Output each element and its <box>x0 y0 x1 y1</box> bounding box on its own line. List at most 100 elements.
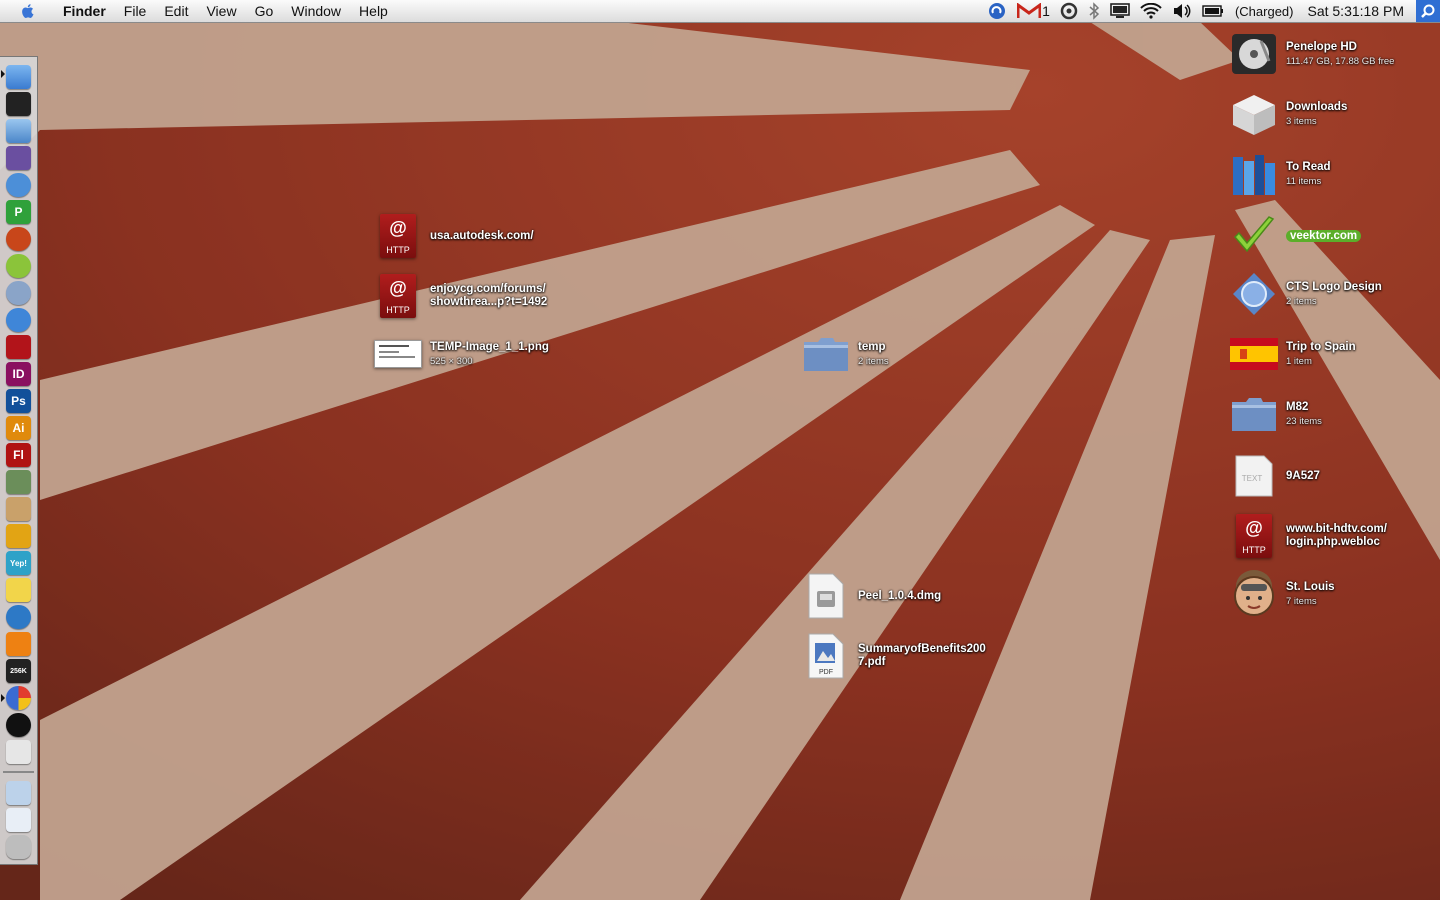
battery-icon[interactable] <box>1202 0 1224 22</box>
volume-icon[interactable] <box>1172 0 1192 22</box>
running-indicator <box>1 70 5 78</box>
desktop-item-label: Peel_1.0.4.dmg <box>858 589 942 602</box>
desktop-item-enjoycg-webloc[interactable]: @ HTTP enjoycg.com/forums/showthrea...p?t… <box>374 272 547 320</box>
dock-separator <box>3 771 34 773</box>
running-indicator <box>1 694 5 702</box>
disk-image-icon <box>802 572 850 620</box>
wifi-icon[interactable] <box>1140 0 1162 22</box>
desktop-item-summary-pdf[interactable]: PDF SummaryofBenefits200 7.pdf <box>802 632 986 680</box>
folder-icon <box>1230 390 1278 438</box>
desktop-item-temp-folder[interactable]: temp 2 items <box>802 330 889 378</box>
desktop-item-bit-hdtv-webloc[interactable]: @ HTTP www.bit-hdtv.com/login.php.webloc <box>1230 512 1387 560</box>
desktop-item-label: Penelope HD 111.47 GB, 17.88 GB free <box>1286 40 1395 67</box>
dock-stickies-icon[interactable] <box>6 578 31 602</box>
folder-icon <box>802 330 850 378</box>
webloc-icon: @ HTTP <box>374 212 422 260</box>
backup-icon[interactable] <box>987 0 1007 22</box>
dock-indesign-icon[interactable]: ID <box>6 362 31 386</box>
desktop-item-label: enjoycg.com/forums/showthrea...p?t=1492 <box>430 283 548 308</box>
dock-ball-icon[interactable] <box>6 254 31 278</box>
gmail-count: 1 <box>1042 3 1050 19</box>
desktop-item-peel-dmg[interactable]: Peel_1.0.4.dmg <box>802 572 941 620</box>
pilot-portrait-icon <box>1230 570 1278 618</box>
menu-app-finder[interactable]: Finder <box>54 0 115 22</box>
dock-activity-icon[interactable]: 256K <box>6 659 31 683</box>
menu-help[interactable]: Help <box>350 0 397 22</box>
books-icon <box>1230 150 1278 198</box>
dock-yep-icon[interactable]: Yep! <box>6 551 31 575</box>
desktop-item-st-louis[interactable]: St. Louis 7 items <box>1230 570 1335 618</box>
dock-transmit-icon[interactable] <box>6 524 31 548</box>
checkmark-icon <box>1230 212 1278 260</box>
menu-window[interactable]: Window <box>282 0 350 22</box>
menu-view[interactable]: View <box>197 0 245 22</box>
desktop-item-label: 9A527 <box>1286 469 1320 482</box>
desktop-item-m82-folder[interactable]: M82 23 items <box>1230 390 1322 438</box>
desktop-item-label: M82 23 items <box>1286 400 1322 427</box>
dock-flash-icon[interactable]: Fl <box>6 443 31 467</box>
svg-text:PDF: PDF <box>819 669 833 676</box>
webloc-icon: @ HTTP <box>1230 512 1278 560</box>
dock-keyboard-icon[interactable] <box>6 740 31 764</box>
box-folder-icon <box>1230 90 1278 138</box>
dock-sync-icon[interactable] <box>6 605 31 629</box>
desktop-wallpaper <box>0 0 1440 900</box>
menu-file[interactable]: File <box>115 0 156 22</box>
desktop-item-label: SummaryofBenefits200 7.pdf <box>858 643 986 668</box>
hard-disk-icon <box>1230 30 1278 78</box>
bluetooth-icon[interactable] <box>1088 0 1100 22</box>
desktop-item-autodesk-webloc[interactable]: @ HTTP usa.autodesk.com/ <box>374 212 534 260</box>
desktop-item-downloads[interactable]: Downloads 3 items <box>1230 90 1347 138</box>
menu-clock[interactable]: Sat 5:31:18 PM <box>1307 3 1404 19</box>
dock-photoshop-icon[interactable]: Ps <box>6 389 31 413</box>
text-file-icon: TEXT <box>1230 452 1278 500</box>
dock-ichat-icon[interactable] <box>6 173 31 197</box>
desktop-item-label: TEMP-Image_1_1.png 525 × 300 <box>430 340 549 367</box>
dock-camera-icon[interactable] <box>6 713 31 737</box>
gmail-icon[interactable]: 1 <box>1017 0 1050 22</box>
dock-pie-icon[interactable] <box>6 686 31 710</box>
spain-flag-icon <box>1230 330 1278 378</box>
dock-p-app-icon[interactable]: P <box>6 200 31 224</box>
pdf-icon: PDF <box>802 632 850 680</box>
dock-iphoto-icon[interactable] <box>6 470 31 494</box>
apple-menu-icon[interactable] <box>19 2 37 20</box>
dock-illustrator-icon[interactable]: Ai <box>6 416 31 440</box>
dock-documents-icon[interactable] <box>6 808 31 832</box>
dock-firefox-icon[interactable] <box>6 227 31 251</box>
desktop-item-label: www.bit-hdtv.com/login.php.webloc <box>1286 523 1387 548</box>
desktop-item-temp-image[interactable]: TEMP-Image_1_1.png 525 × 300 <box>374 330 549 378</box>
dock-wizard-icon[interactable] <box>6 146 31 170</box>
dock-terminal-icon[interactable] <box>6 92 31 116</box>
dock-network-icon[interactable] <box>6 281 31 305</box>
menu-go[interactable]: Go <box>246 0 283 22</box>
dock-mail-icon[interactable] <box>6 119 31 143</box>
desktop-item-label: Trip to Spain 1 item <box>1286 340 1356 367</box>
desktop-item-to-read[interactable]: To Read 11 items <box>1230 150 1331 198</box>
display-icon[interactable] <box>1110 0 1130 22</box>
desktop-item-penelope-hd[interactable]: Penelope HD 111.47 GB, 17.88 GB free <box>1230 30 1394 78</box>
dock-trash-icon[interactable] <box>6 835 31 859</box>
dock-itunes-icon[interactable] <box>6 308 31 332</box>
spotlight-search-icon[interactable] <box>1416 0 1440 22</box>
dock-acrobat-icon[interactable] <box>6 335 31 359</box>
svg-text:TEXT: TEXT <box>1242 474 1263 483</box>
image-thumbnail-icon <box>374 330 422 378</box>
desktop-item-label: To Read 11 items <box>1286 160 1331 187</box>
desktop-item-trip-to-spain[interactable]: Trip to Spain 1 item <box>1230 330 1356 378</box>
dock-finder-icon[interactable] <box>6 65 31 89</box>
dock-vlc-icon[interactable] <box>6 632 31 656</box>
desktop-item-label: usa.autodesk.com/ <box>430 229 534 242</box>
desktop-item-label: St. Louis 7 items <box>1286 580 1335 607</box>
battery-status[interactable]: (Charged) <box>1235 4 1294 19</box>
desktop-item-label: veektor.com <box>1286 229 1362 243</box>
desktop-item-label: temp 2 items <box>858 340 889 367</box>
desktop-item-9a527[interactable]: TEXT 9A527 <box>1230 452 1320 500</box>
desktop-item-cts-logo-design[interactable]: CTS Logo Design 2 items <box>1230 270 1382 318</box>
menu-extras: 1 (Charged) Sat 5:31:18 PM <box>982 0 1440 22</box>
dock-applications-icon[interactable] <box>6 781 31 805</box>
desktop-item-veektor[interactable]: veektor.com <box>1230 212 1362 260</box>
menu-edit[interactable]: Edit <box>155 0 197 22</box>
quicksilver-icon[interactable] <box>1060 0 1078 22</box>
dock-preview-icon[interactable] <box>6 497 31 521</box>
